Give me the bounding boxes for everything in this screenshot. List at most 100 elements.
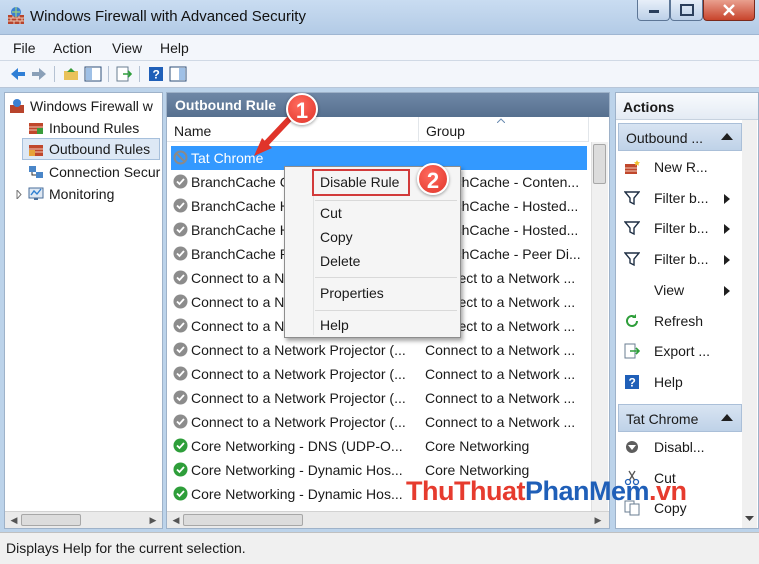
firewall-app-icon (8, 7, 24, 24)
svg-text:?: ? (629, 375, 636, 389)
action-label: Filter b... (654, 189, 709, 206)
watermark-logo: ThuThuatPhanMem.vn (406, 476, 687, 506)
action-pane-icon (169, 66, 187, 82)
export-list-icon (116, 66, 132, 82)
scroll-left-icon[interactable]: ◀ (171, 515, 181, 525)
table-row[interactable]: Connect to a Network Projector (... Conne… (171, 362, 587, 386)
back-button[interactable] (9, 65, 27, 83)
collapse-icon[interactable] (721, 133, 733, 140)
callout-badge-1: 1 (286, 93, 318, 125)
tree-root[interactable]: Windows Firewall w (5, 95, 162, 117)
actions-section-outbound[interactable]: Outbound ... (618, 123, 742, 151)
menu-view[interactable]: View (112, 40, 142, 56)
section-label: Tat Chrome (626, 411, 699, 427)
actions-title: Actions (616, 93, 758, 120)
show-action-pane-button[interactable] (169, 65, 187, 83)
close-icon (723, 4, 735, 16)
action-label: New R... (654, 159, 708, 175)
collapse-icon[interactable] (721, 414, 733, 421)
table-row[interactable]: Connect to a Network Projector (... Conne… (171, 410, 587, 434)
column-header-group[interactable]: Group (419, 117, 589, 142)
status-bar: Displays Help for the current selection. (0, 532, 759, 564)
action-item[interactable]: Export ... (616, 336, 742, 366)
tree-item-label: Monitoring (49, 186, 115, 202)
tree-item-monitoring[interactable]: Monitoring (5, 183, 162, 205)
submenu-arrow-icon (724, 193, 730, 204)
forward-button[interactable] (30, 65, 48, 83)
action-item[interactable]: Filter b... (616, 213, 742, 243)
menu-help[interactable]: Help (160, 40, 189, 56)
rule-group: Core Networking (425, 438, 530, 454)
submenu-arrow-icon (724, 224, 730, 235)
action-item[interactable]: Refresh (616, 306, 742, 336)
up-folder-button[interactable] (62, 65, 80, 83)
toolbar-separator (108, 66, 109, 82)
action-item[interactable]: ? Help (616, 367, 742, 397)
menu-separator (315, 310, 457, 311)
rules-horizontal-scrollbar[interactable]: ◀ ▶ (167, 511, 609, 528)
action-item[interactable]: Filter b... (616, 183, 742, 213)
pane-title: Outbound Rule (167, 93, 609, 117)
minimize-icon (648, 10, 659, 13)
expand-arrow-icon[interactable] (16, 190, 22, 199)
gray-check-icon (173, 270, 188, 285)
rule-group: Connect to a Network ... (425, 366, 576, 382)
rule-group: Connect to a Network ... (425, 390, 576, 406)
minimize-button[interactable] (637, 0, 670, 21)
menu-item-delete[interactable]: Delete (320, 253, 360, 269)
menu-file[interactable]: File (13, 40, 36, 56)
tree-horizontal-scrollbar[interactable]: ◀ ▶ (5, 511, 162, 528)
actions-vertical-scrollbar[interactable] (742, 120, 757, 528)
gray-check-icon (173, 174, 188, 189)
export-list-button[interactable] (115, 65, 133, 83)
action-item[interactable]: New R... (616, 152, 742, 182)
tree-item-inbound-rules[interactable]: Inbound Rules (5, 117, 162, 139)
tree-item-connection-security[interactable]: Connection Secur (5, 161, 162, 183)
table-row[interactable]: Connect to a Network Projector (... Conne… (171, 386, 587, 410)
close-button[interactable] (703, 0, 755, 21)
menu-separator (315, 200, 457, 201)
show-hide-tree-button[interactable] (84, 65, 102, 83)
inbound-rules-icon (29, 123, 43, 134)
rule-name: Connect to a Network Projector (... (191, 366, 406, 382)
scroll-thumb[interactable] (183, 514, 303, 526)
rule-group: Connect to a Network ... (425, 342, 576, 358)
help-button[interactable]: ? (147, 65, 165, 83)
menu-item-disable-rule[interactable]: Disable Rule (320, 174, 399, 190)
menu-item-help[interactable]: Help (320, 317, 349, 333)
action-item[interactable]: View (616, 275, 742, 305)
gray-check-icon (173, 390, 188, 405)
submenu-arrow-icon (724, 285, 730, 296)
action-item[interactable]: Filter b... (616, 244, 742, 274)
scroll-right-icon[interactable]: ▶ (593, 515, 603, 525)
toolbar-separator (139, 66, 140, 82)
export-icon (624, 343, 641, 359)
scroll-thumb[interactable] (593, 144, 606, 184)
actions-section-selected-rule[interactable]: Tat Chrome (618, 404, 742, 432)
table-row[interactable]: Connect to a Network Projector (... Conne… (171, 338, 587, 362)
menu-action[interactable]: Action (53, 40, 92, 56)
scroll-thumb[interactable] (21, 514, 81, 526)
section-label: Outbound ... (626, 130, 704, 146)
tree-item-label: Connection Secur (49, 164, 161, 180)
rules-vertical-scrollbar[interactable] (591, 142, 608, 512)
action-label: Filter b... (654, 220, 709, 237)
menu-item-cut[interactable]: Cut (320, 205, 342, 221)
scroll-right-icon[interactable]: ▶ (148, 515, 158, 525)
action-label: Refresh (654, 312, 704, 329)
rule-name: Connect to a Network Projector (... (191, 414, 406, 430)
action-label: Disabl... (654, 439, 705, 455)
scroll-left-icon[interactable]: ◀ (9, 515, 19, 525)
action-label: View (654, 281, 685, 298)
table-row[interactable]: Core Networking - DNS (UDP-O... Core Netw… (171, 434, 587, 458)
maximize-button[interactable] (670, 0, 703, 21)
action-item[interactable]: Disabl... (616, 432, 742, 462)
menu-item-properties[interactable]: Properties (320, 285, 384, 301)
green-check-icon (173, 462, 188, 477)
gray-check-icon (173, 366, 188, 381)
green-check-icon (173, 438, 188, 453)
console-tree-icon (84, 66, 102, 82)
menu-item-copy[interactable]: Copy (320, 229, 353, 245)
tree-item-outbound-rules[interactable]: Outbound Rules (22, 138, 160, 160)
scroll-down-icon[interactable] (745, 516, 754, 522)
